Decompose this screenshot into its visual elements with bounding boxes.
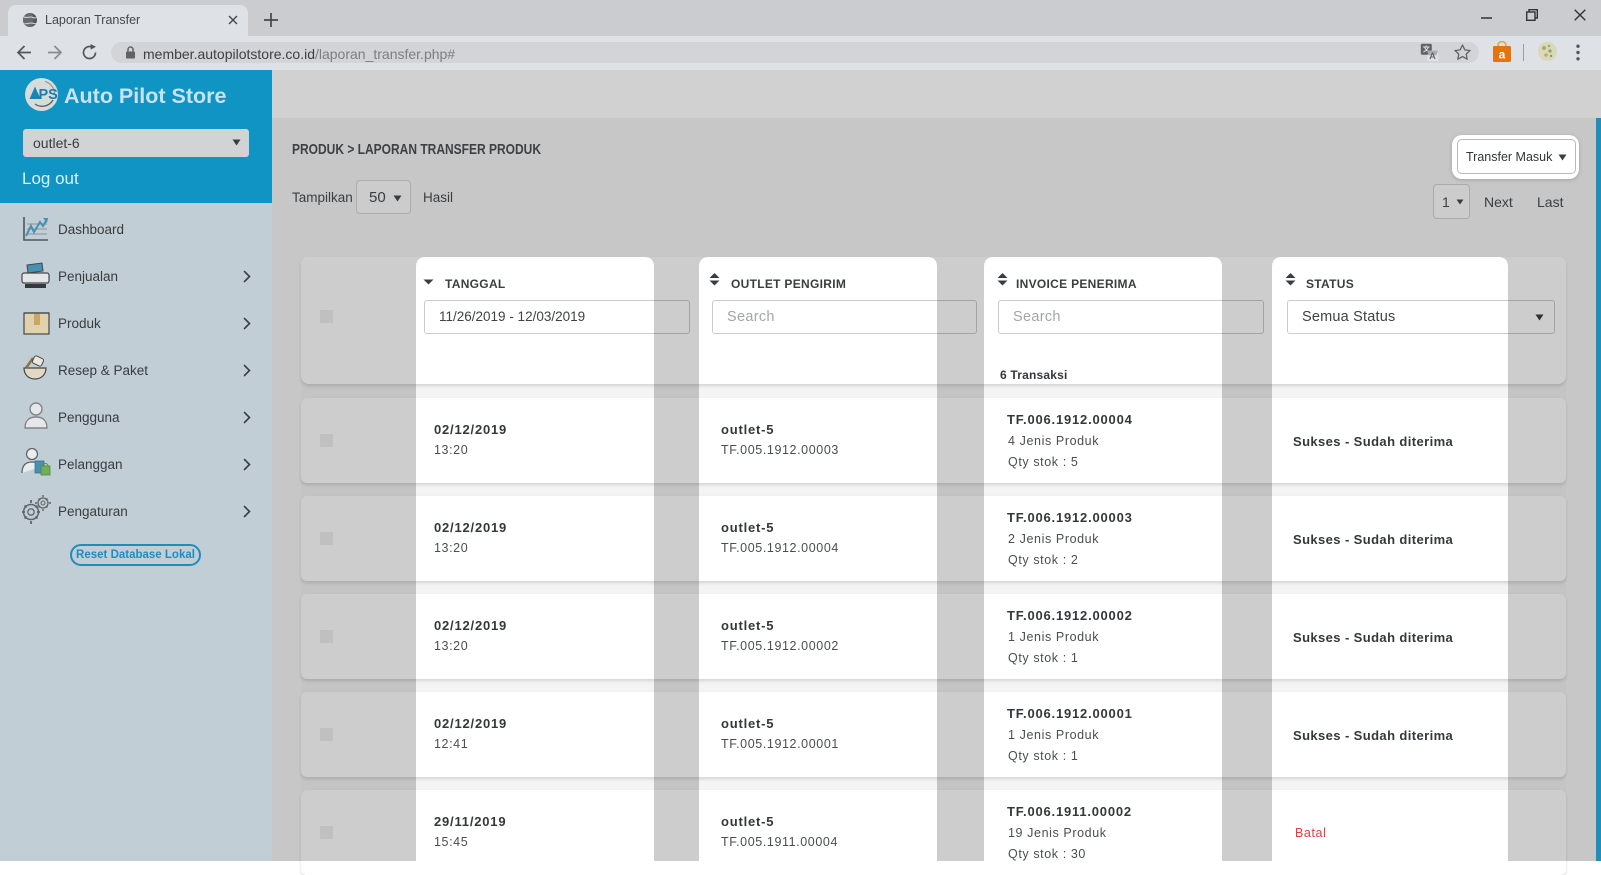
svg-text:a: a [1499,48,1506,62]
svg-text:PS: PS [39,87,59,103]
